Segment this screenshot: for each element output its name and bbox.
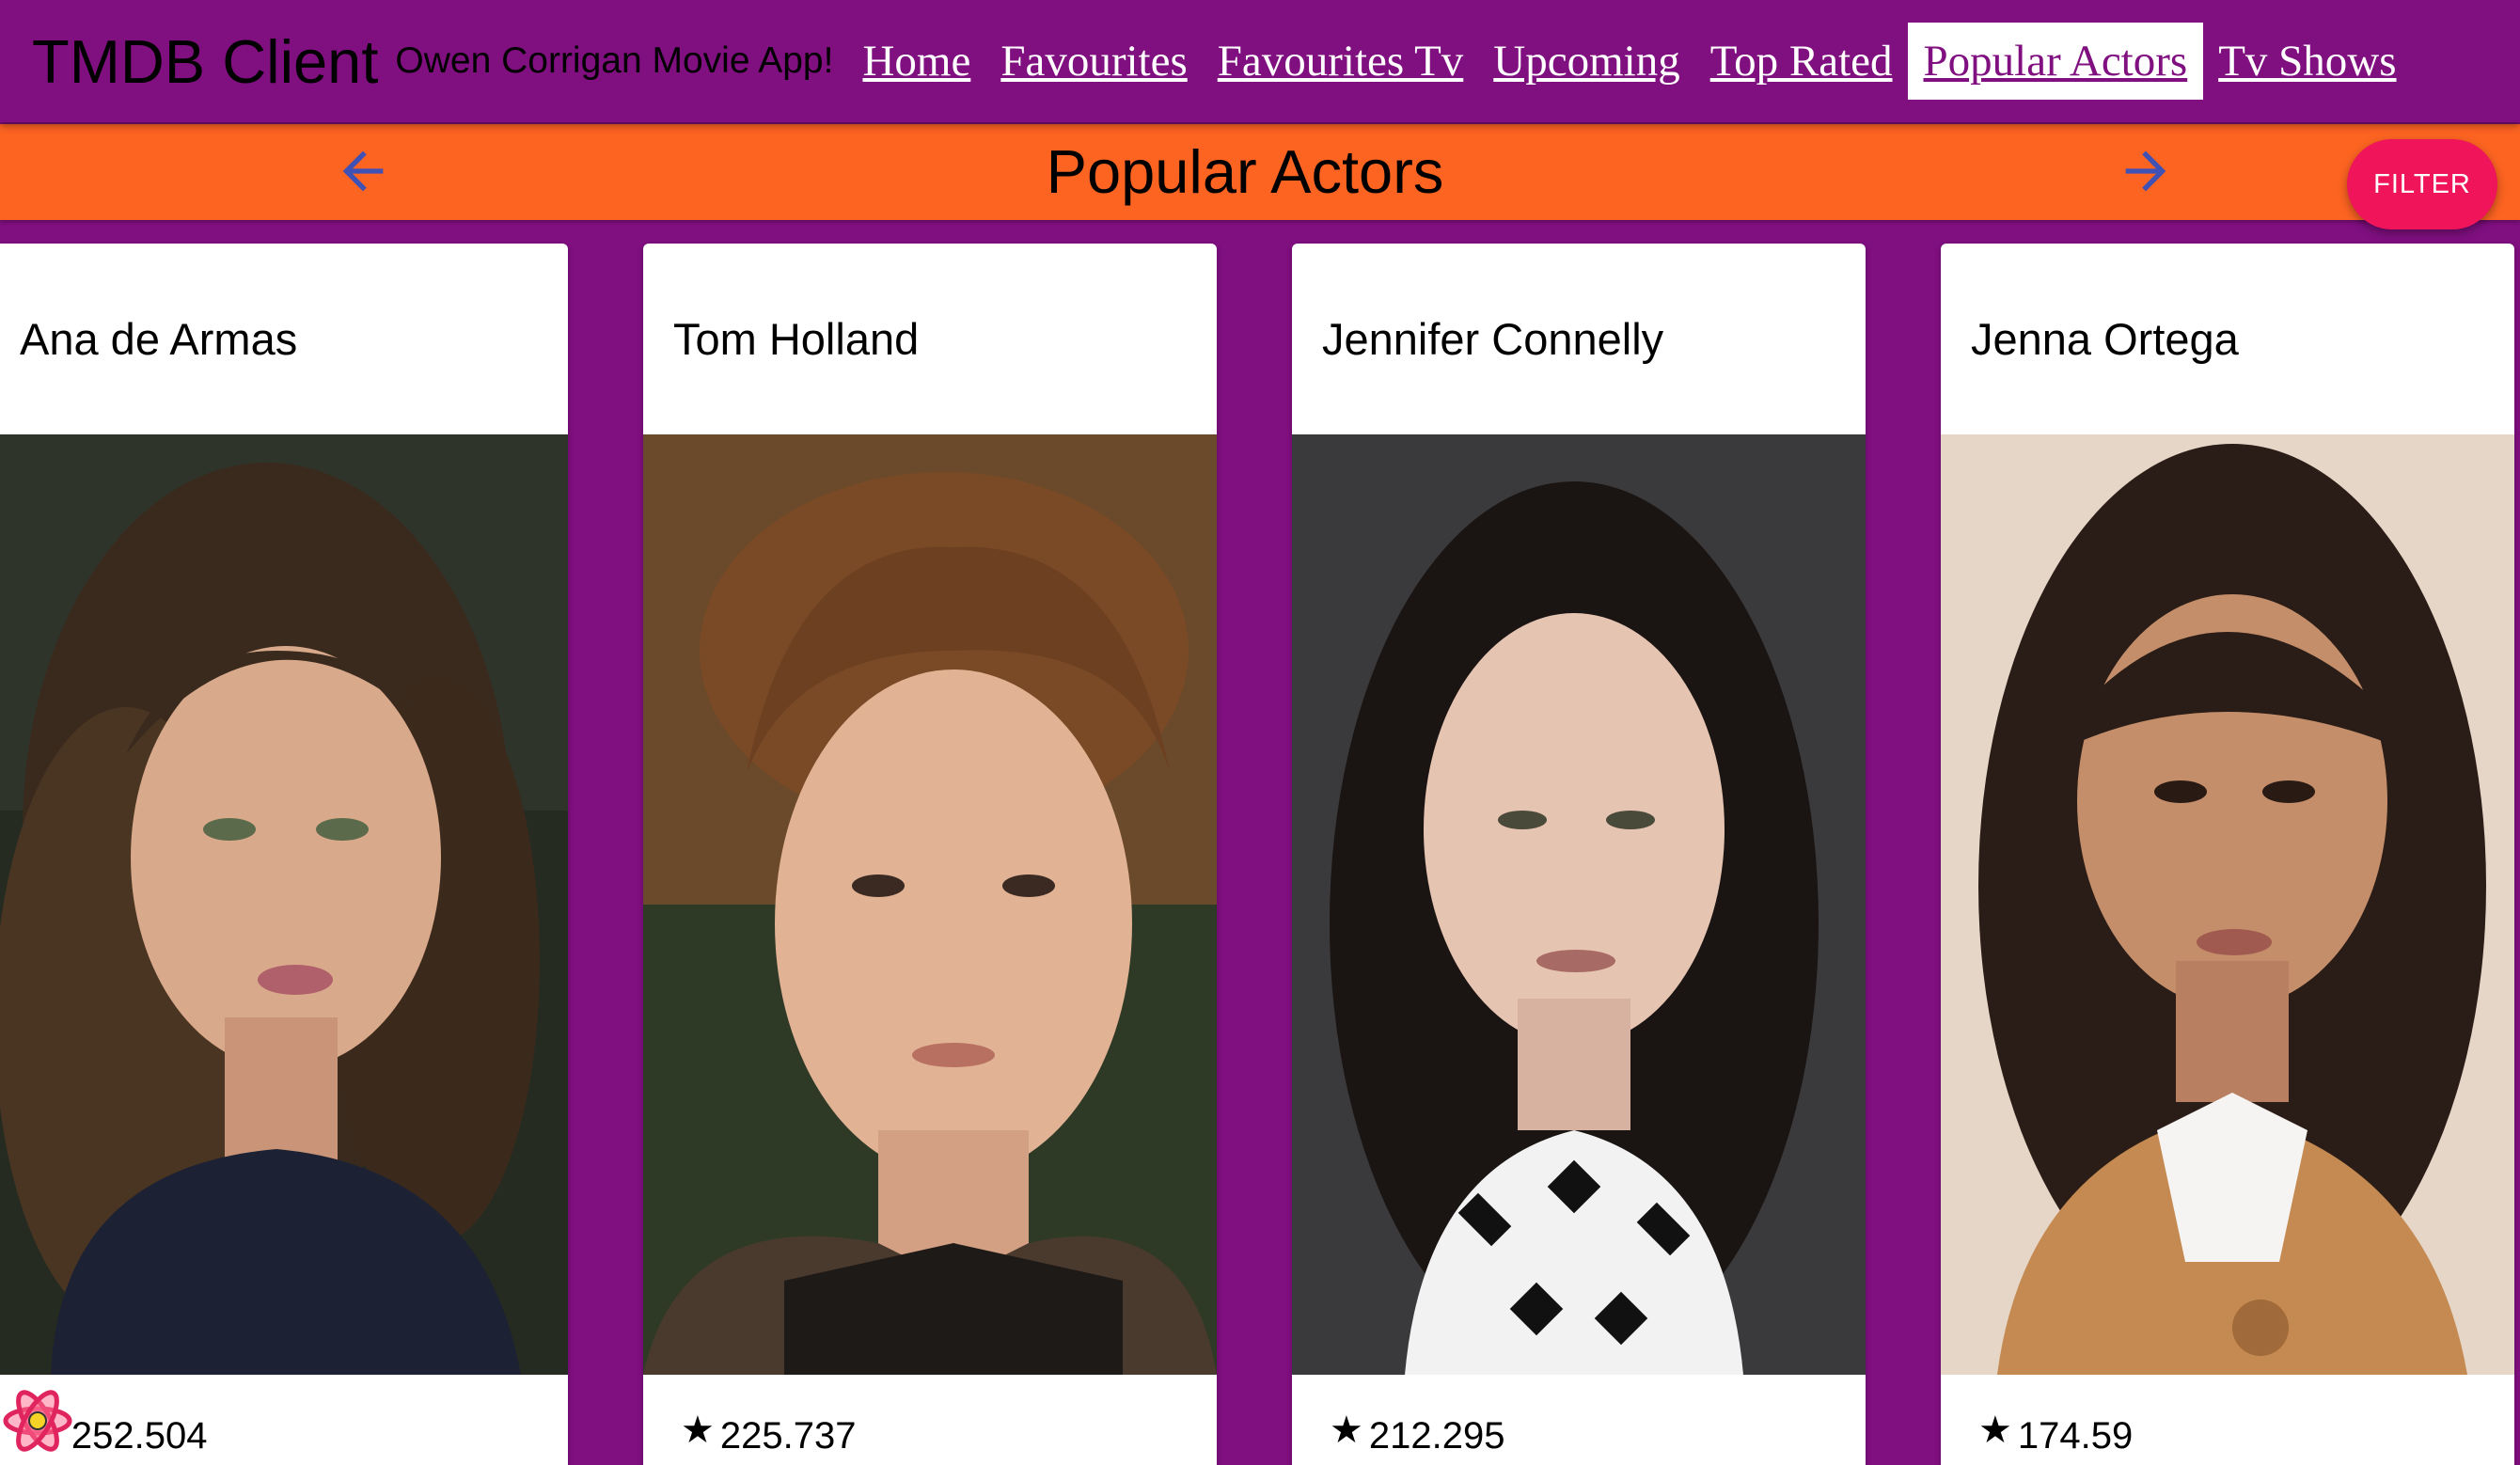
- actor-card[interactable]: Ana de Armas ★ 252.504: [0, 244, 568, 1465]
- actor-photo[interactable]: [0, 434, 568, 1375]
- actor-popularity: ★ 212.295: [1292, 1403, 1866, 1465]
- arrow-right-icon: [2125, 150, 2166, 192]
- actor-card[interactable]: Jenna Ortega ★ 174.59: [1941, 244, 2514, 1465]
- popularity-value: 252.504: [71, 1414, 208, 1457]
- actor-popularity: ★ 225.737: [643, 1403, 1217, 1465]
- actor-photo[interactable]: [1292, 434, 1866, 1375]
- popularity-value: 225.737: [719, 1414, 857, 1457]
- nav-link-upcoming[interactable]: Upcoming: [1478, 23, 1694, 100]
- star-icon: ★: [1330, 1410, 1363, 1451]
- filter-button[interactable]: FILTER: [2347, 139, 2497, 229]
- page-header: Popular Actors: [0, 124, 2520, 220]
- actor-popularity: ★ 252.504: [0, 1403, 568, 1465]
- nav-link-home[interactable]: Home: [847, 23, 985, 100]
- app-tagline: Owen Corrigan Movie App!: [395, 40, 834, 81]
- actor-popularity: ★ 174.59: [1941, 1403, 2514, 1465]
- actor-photo[interactable]: [1941, 434, 2514, 1375]
- actor-name: Tom Holland: [673, 314, 920, 364]
- nav-link-top-rated[interactable]: Top Rated: [1695, 23, 1908, 100]
- app-brand: TMDB Client: [32, 26, 379, 96]
- actor-name: Jennifer Connelly: [1322, 314, 1664, 364]
- arrow-left-icon: [342, 150, 384, 192]
- nav-links: Home Favourites Favourites Tv Upcoming T…: [847, 23, 2411, 100]
- top-navbar: TMDB Client Owen Corrigan Movie App! Hom…: [0, 0, 2520, 122]
- popularity-value: 174.59: [2017, 1414, 2134, 1457]
- actor-photo[interactable]: [643, 434, 1217, 1375]
- forward-button[interactable]: [2116, 141, 2176, 201]
- page-title: Popular Actors: [1046, 137, 1444, 206]
- back-button[interactable]: [333, 141, 393, 201]
- nav-link-favourites-tv[interactable]: Favourites Tv: [1203, 23, 1479, 100]
- actor-name: Ana de Armas: [20, 314, 298, 364]
- popularity-value: 212.295: [1368, 1414, 1505, 1457]
- actor-card[interactable]: Tom Holland ★ 225.737: [643, 244, 1217, 1465]
- nav-link-favourites[interactable]: Favourites: [985, 23, 1202, 100]
- nav-link-tv-shows[interactable]: Tv Shows: [2203, 23, 2411, 100]
- star-icon: ★: [1978, 1410, 2012, 1451]
- react-devtools-icon[interactable]: [2, 1385, 73, 1457]
- actor-name: Jenna Ortega: [1971, 314, 2239, 364]
- nav-link-popular-actors[interactable]: Popular Actors: [1907, 23, 2204, 100]
- star-icon: ★: [681, 1410, 715, 1451]
- actor-card[interactable]: Jennifer Connelly ★ 212.295: [1292, 244, 1866, 1465]
